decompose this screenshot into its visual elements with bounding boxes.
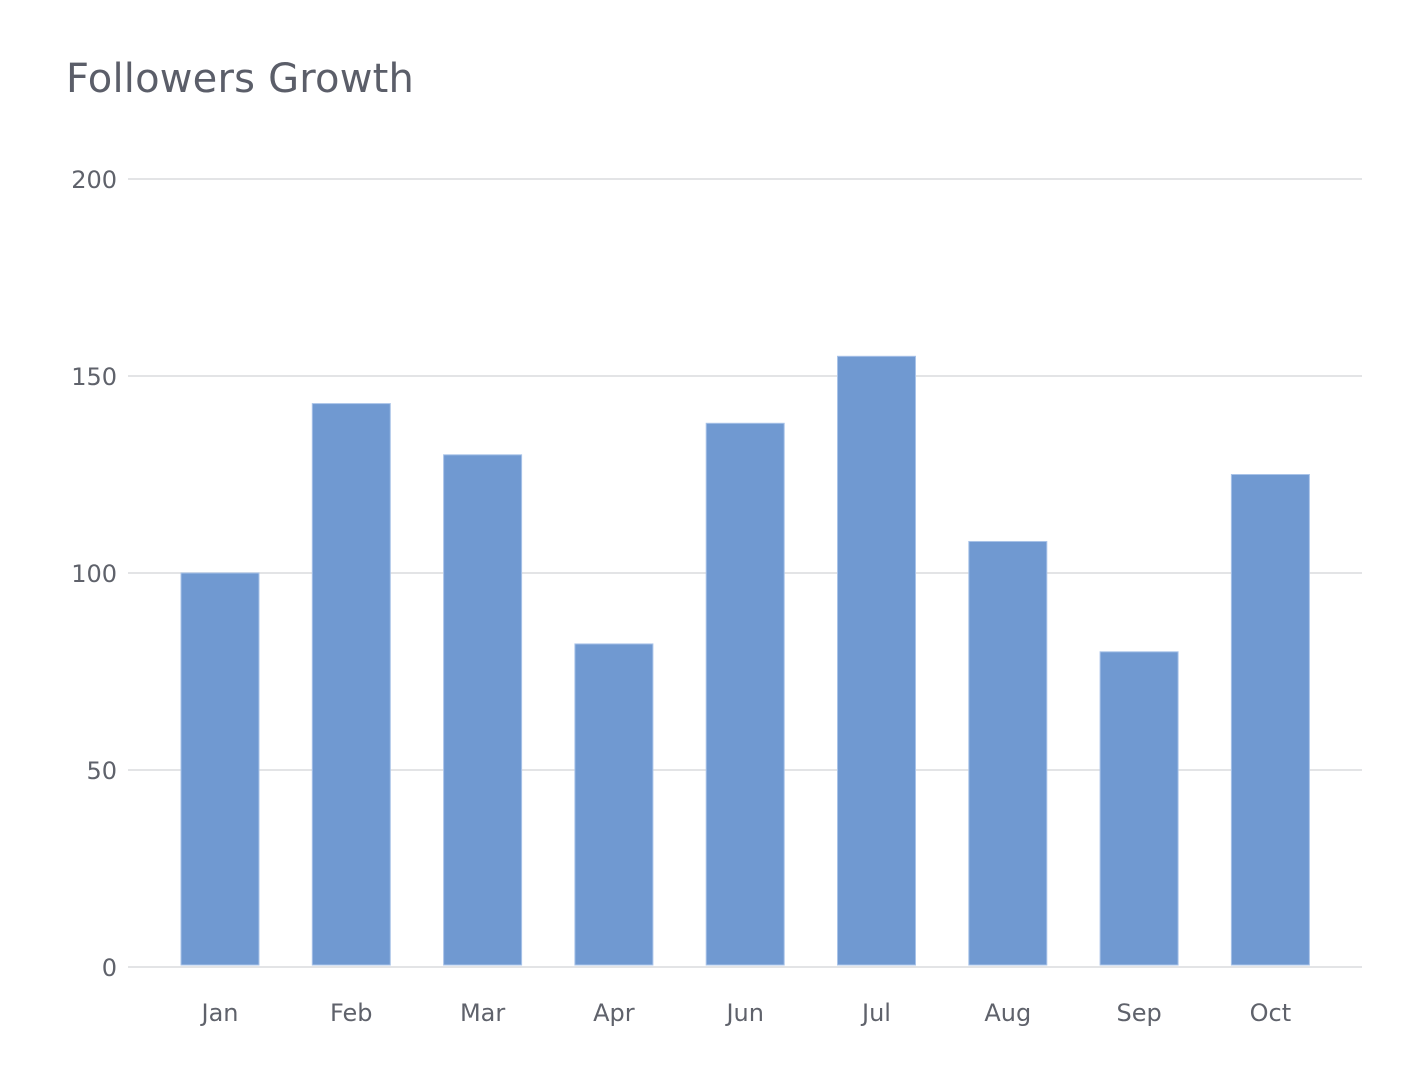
bar-jun <box>705 422 785 966</box>
x-tick-label: Mar <box>460 999 505 1027</box>
bar-jan <box>180 572 260 966</box>
bar-apr <box>574 643 654 966</box>
bar-chart: 0 50 100 150 200 Jan Feb Mar Apr Jun Jul Aug Sep Oct <box>71 166 1362 1027</box>
bar-sep <box>1099 651 1179 966</box>
bar-mar <box>443 454 523 966</box>
bar-oct <box>1230 474 1310 966</box>
x-tick-label: Jan <box>200 999 239 1027</box>
x-tick-label: Sep <box>1116 999 1161 1027</box>
y-tick-label: 100 <box>71 560 117 588</box>
x-tick-label: Feb <box>330 999 373 1027</box>
x-tick-label: Oct <box>1250 999 1292 1027</box>
y-tick-label: 50 <box>86 757 117 785</box>
y-tick-label: 0 <box>102 954 117 982</box>
bar-feb <box>311 403 391 966</box>
y-tick-label: 150 <box>71 363 117 391</box>
x-tick-label: Aug <box>984 999 1031 1027</box>
x-tick-label: Apr <box>593 999 635 1027</box>
x-tick-label: Jul <box>860 999 891 1027</box>
bar-aug <box>968 540 1048 966</box>
y-tick-label: 200 <box>71 166 117 194</box>
x-axis-ticks: Jan Feb Mar Apr Jun Jul Aug Sep Oct <box>200 999 1292 1027</box>
bar-jul <box>837 355 916 966</box>
x-tick-label: Jun <box>724 999 764 1027</box>
bars <box>180 355 1310 966</box>
y-axis-ticks: 0 50 100 150 200 <box>71 166 117 982</box>
